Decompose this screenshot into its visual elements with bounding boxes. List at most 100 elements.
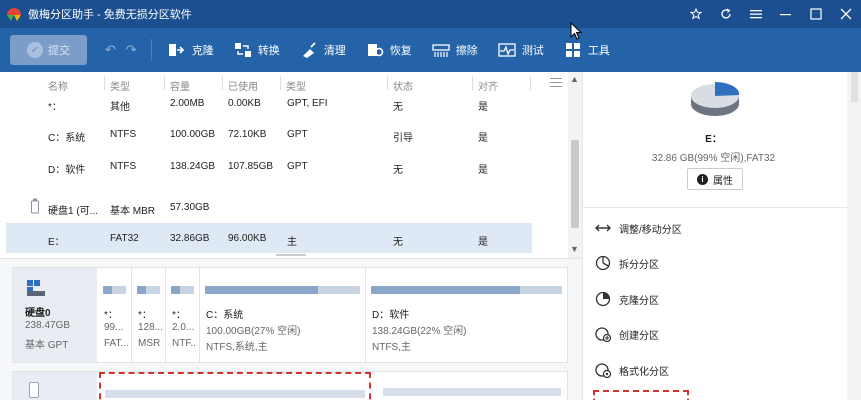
hard-disk-icon — [27, 280, 45, 296]
selected-partition-info: 32.86 GB(99% 空闲),FAT32 — [651, 153, 776, 164]
disk0-name: 硬盘0 — [25, 308, 51, 319]
table-row[interactable]: D：软件 NTFS 138.24GB 107.85GB GPT 无 是 — [6, 151, 532, 181]
usage-bar — [371, 286, 562, 294]
cell-partition-type: GPT, EFI — [287, 98, 328, 109]
table-row[interactable]: *： 其他 2.00MB 0.00KB GPT, EFI 无 是 — [6, 88, 532, 118]
partition-info: 100.00GB(27% 空闲) — [206, 326, 301, 337]
selected-partition-summary: E： 32.86 GB(99% 空闲),FAT32 i 属性 — [583, 72, 861, 208]
usb-drive-icon — [31, 198, 39, 214]
op-label: 拆分分区 — [619, 259, 659, 271]
redo-icon[interactable]: ↷ — [126, 42, 137, 58]
table-row[interactable]: C：系统 NTFS 100.00GB 72.10KB GPT 引导 是 — [6, 119, 532, 149]
partition-name: *： — [104, 310, 118, 321]
disk-map: 硬盘0 238.47GB 基本 GPT *： 99... FAT... *： 1… — [0, 258, 582, 400]
toolbar-clone-button[interactable]: 克隆 — [168, 41, 214, 59]
panel-scrollbar[interactable] — [847, 72, 861, 400]
scrollbar-thumb[interactable] — [571, 140, 579, 228]
usb-drive-icon — [29, 382, 39, 398]
operations-panel: E： 32.86 GB(99% 空闲),FAT32 i 属性 调整/移动分区 拆… — [582, 72, 861, 400]
selected-partition-block[interactable] — [99, 372, 371, 400]
cell-partition-type: GPT — [287, 161, 308, 172]
format-icon — [595, 362, 611, 378]
toolbar-test-button[interactable]: 测试 — [498, 41, 544, 59]
split-icon — [595, 255, 611, 271]
partition-fs: MSR — [138, 338, 161, 349]
cell-used: 72.10KB — [228, 129, 267, 140]
scroll-down-icon[interactable]: ▼ — [570, 244, 579, 254]
undo-icon[interactable]: ↶ — [105, 42, 116, 58]
cell-capacity: 2.00MB — [170, 98, 205, 109]
toolbar-convert-button[interactable]: 转换 — [234, 41, 280, 59]
column-menu-icon[interactable] — [550, 78, 562, 88]
usage-bar — [137, 286, 160, 294]
star-icon[interactable] — [681, 0, 711, 28]
toolbar-convert-label: 转换 — [257, 45, 280, 57]
table-scrollbar[interactable]: ▲ ▼ — [568, 72, 582, 258]
partition-block[interactable]: *： 128... MSR — [131, 268, 165, 362]
scrollbar-thumb[interactable] — [851, 72, 858, 102]
partition-block-d[interactable]: D：软件 138.24GB(22% 空闲) NTFS,主 — [365, 268, 567, 362]
partition-block[interactable]: *： 99... FAT... — [98, 268, 131, 362]
selected-partition-name: E： — [705, 134, 722, 145]
op-format[interactable]: 格式化分区 — [595, 360, 669, 380]
test-icon — [498, 41, 516, 59]
disk1-card[interactable] — [12, 371, 568, 400]
cell-align: 是 — [478, 102, 488, 113]
toolbar-tools-button[interactable]: 工具 — [564, 41, 610, 59]
disk0-info[interactable]: 硬盘0 238.47GB 基本 GPT — [13, 268, 97, 362]
create-partition-icon — [595, 326, 611, 342]
maximize-icon[interactable] — [801, 0, 831, 28]
table-row-disk[interactable]: 硬盘1 (可... 基本 MBR 57.30GB — [6, 192, 532, 222]
cell-type: 其他 — [110, 102, 130, 113]
toolbar-recover-button[interactable]: 恢复 — [366, 41, 412, 59]
cell-used: 107.85GB — [228, 161, 274, 172]
cell-partition-type: 主 — [287, 237, 297, 248]
disk1-info[interactable] — [13, 372, 97, 400]
disk0-size: 238.47GB — [25, 320, 71, 331]
resize-move-icon — [595, 220, 611, 236]
op-resize-move[interactable]: 调整/移动分区 — [595, 218, 682, 238]
op-create-partition[interactable]: 创建分区 — [595, 324, 659, 344]
partition-block[interactable]: *： 2.0... NTF... — [165, 268, 199, 362]
cell-partition-type: GPT — [287, 129, 308, 140]
partition-block[interactable] — [379, 372, 565, 400]
toolbar-wipe-button[interactable]: 擦除 — [432, 41, 478, 59]
commit-button[interactable]: ✔ 提交 — [10, 35, 87, 65]
close-icon[interactable] — [831, 0, 861, 28]
highlighted-operation-outline — [593, 390, 689, 400]
partition-fs: NTF... — [172, 338, 197, 349]
op-clone-partition[interactable]: 克隆分区 — [595, 289, 659, 309]
toolbar-test-label: 测试 — [521, 45, 544, 57]
toolbar-clone-label: 克隆 — [191, 45, 214, 57]
properties-button[interactable]: i 属性 — [687, 168, 743, 190]
cell-name: *： — [48, 102, 62, 113]
table-row-selected[interactable]: E： FAT32 32.86GB 96.00KB 主 无 是 — [6, 223, 532, 253]
disk0-card[interactable]: 硬盘0 238.47GB 基本 GPT *： 99... FAT... *： 1… — [12, 267, 568, 363]
cell-used: 0.00KB — [228, 98, 261, 109]
cell-align: 是 — [478, 237, 488, 248]
partition-block-c[interactable]: C：系统 100.00GB(27% 空闲) NTFS,系统,主 — [199, 268, 365, 362]
partition-fs: NTFS,主 — [372, 342, 411, 353]
cell-name: E： — [48, 237, 65, 248]
partition-name: *： — [172, 310, 186, 321]
partition-fs: NTFS,系统,主 — [206, 342, 268, 353]
refresh-icon[interactable] — [711, 0, 741, 28]
op-label: 创建分区 — [619, 330, 659, 342]
scroll-up-icon[interactable]: ▲ — [570, 74, 579, 84]
partition-info: 99... — [104, 322, 124, 333]
clone-icon — [168, 41, 186, 59]
usage-bar — [103, 286, 126, 294]
splitter-handle[interactable] — [276, 254, 306, 256]
minimize-icon[interactable] — [771, 0, 801, 28]
op-split[interactable]: 拆分分区 — [595, 253, 659, 273]
toolbar: ✔ 提交 ↶ ↷ 克隆 转换 清理 恢复 擦除 测试 工具 — [0, 28, 861, 72]
cell-capacity: 100.00GB — [170, 129, 216, 140]
cell-align: 是 — [478, 133, 488, 144]
cell-used: 96.00KB — [228, 233, 267, 244]
wipe-icon — [432, 41, 450, 59]
toolbar-clean-button[interactable]: 清理 — [300, 41, 346, 59]
window-title: 傲梅分区助手 - 免费无损分区软件 — [28, 9, 192, 21]
cell-status: 无 — [393, 102, 403, 113]
menu-icon[interactable] — [741, 0, 771, 28]
op-label: 调整/移动分区 — [619, 224, 682, 236]
